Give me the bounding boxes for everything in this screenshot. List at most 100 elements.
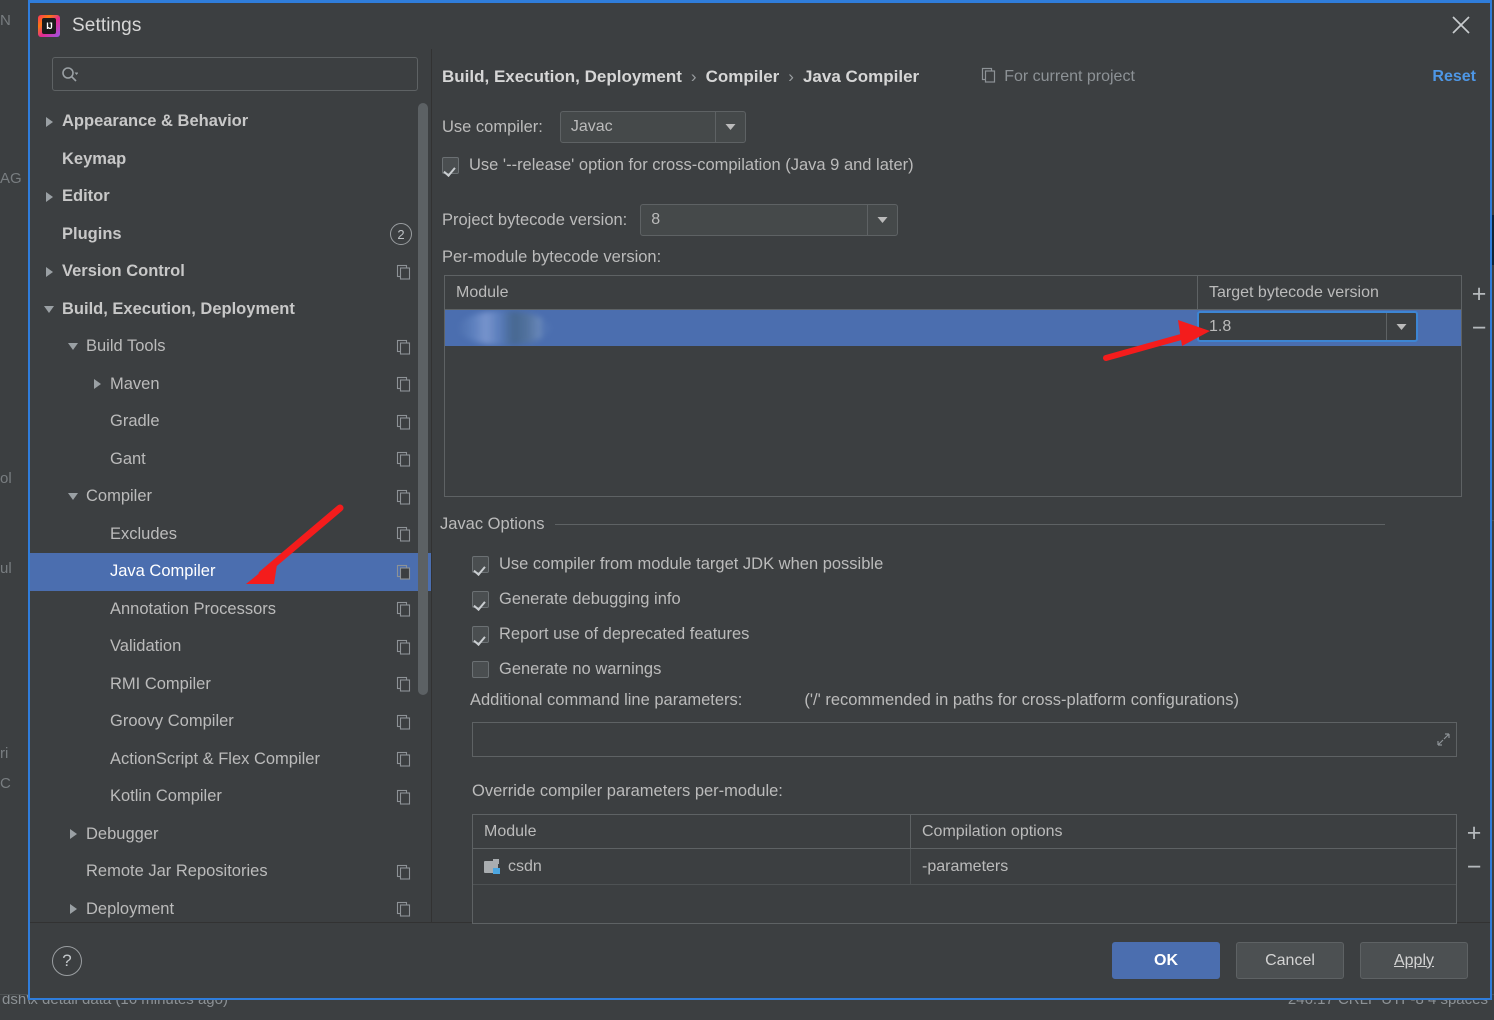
- copy-scope-icon: [396, 489, 412, 505]
- ok-button[interactable]: OK: [1112, 942, 1220, 979]
- javac-option-checkbox[interactable]: [472, 591, 489, 608]
- cell-module-name-redacted[interactable]: [445, 310, 1197, 346]
- dialog-body: Appearance & Behavior Keymap Editor Plugins…: [30, 49, 1492, 924]
- per-module-bytecode-label: Per-module bytecode version:: [442, 248, 662, 266]
- sidebar-item-label: Annotation Processors: [110, 599, 277, 618]
- use-compiler-combo[interactable]: Javac: [559, 111, 746, 143]
- copy-scope-icon: [396, 564, 412, 580]
- sidebar-scrollbar[interactable]: [418, 103, 428, 695]
- per-module-label-row: Per-module bytecode version:: [442, 248, 661, 267]
- javac-option-checkbox[interactable]: [472, 626, 489, 643]
- remove-override-button[interactable]: −: [1461, 850, 1487, 884]
- search-input[interactable]: [83, 64, 409, 84]
- sidebar-item-maven[interactable]: Maven: [30, 366, 432, 404]
- sidebar-item-actionscript-flex-compiler[interactable]: ActionScript & Flex Compiler: [30, 741, 432, 779]
- sidebar-item-remote-jar-repositories[interactable]: Remote Jar Repositories: [30, 853, 432, 891]
- cell-compilation-options[interactable]: -parameters: [910, 849, 1456, 884]
- sidebar-item-label: Compiler: [86, 487, 153, 506]
- cancel-button[interactable]: Cancel: [1236, 942, 1344, 979]
- javac-option-checkbox[interactable]: [472, 661, 489, 678]
- sidebar-item-rmi-compiler[interactable]: RMI Compiler: [30, 666, 432, 704]
- javac-option-label: Report use of deprecated features: [499, 625, 750, 643]
- release-option-label: Use '--release' option for cross-compila…: [469, 156, 914, 174]
- ide-left-edge-sliver: N AG ol ul ri C: [0, 0, 30, 1020]
- sidebar-item-label: Plugins: [62, 224, 122, 243]
- copy-scope-icon: [396, 639, 412, 655]
- chevron-right-icon[interactable]: [42, 265, 56, 279]
- sidebar-item-plugins[interactable]: Plugins 2: [30, 216, 432, 254]
- javac-option-row[interactable]: Generate no warnings: [472, 652, 883, 687]
- help-button[interactable]: ?: [52, 945, 82, 976]
- cell-module[interactable]: csdn: [473, 849, 910, 884]
- sidebar-item-label: Build Tools: [86, 337, 166, 356]
- sidebar-item-debugger[interactable]: Debugger: [30, 816, 432, 854]
- sidebar-item-version-control[interactable]: Version Control: [30, 253, 432, 291]
- remove-module-button[interactable]: −: [1466, 311, 1492, 345]
- release-option-checkbox[interactable]: [442, 157, 459, 174]
- sidebar-item-label: Appearance & Behavior: [62, 112, 249, 131]
- copy-scope-icon: [396, 676, 412, 692]
- sidebar-item-validation[interactable]: Validation: [30, 628, 432, 666]
- sidebar-item-java-compiler[interactable]: Java Compiler: [30, 553, 432, 591]
- override-table-buttons: + −: [1461, 816, 1487, 884]
- apply-button-label: Apply: [1393, 951, 1435, 969]
- additional-params-input[interactable]: [473, 730, 1430, 749]
- chevron-down-icon[interactable]: [66, 490, 80, 504]
- per-module-bytecode-table: Module Target bytecode version: [444, 275, 1462, 497]
- expand-icon[interactable]: [1430, 732, 1456, 747]
- sidebar-item-build-execution-deployment[interactable]: Build, Execution, Deployment: [30, 291, 432, 329]
- chevron-right-icon[interactable]: [90, 377, 104, 391]
- javac-option-row[interactable]: Generate debugging info: [472, 582, 883, 617]
- column-header-target[interactable]: Target bytecode version: [1197, 276, 1461, 309]
- breadcrumb-segment-2: Java Compiler: [802, 67, 920, 86]
- add-module-button[interactable]: +: [1466, 277, 1492, 311]
- sidebar-item-label: ActionScript & Flex Compiler: [110, 749, 320, 768]
- reset-link[interactable]: Reset: [1432, 68, 1476, 86]
- chevron-down-icon[interactable]: [42, 302, 56, 316]
- sidebar-item-build-tools[interactable]: Build Tools: [30, 328, 432, 366]
- chevron-right-icon[interactable]: [66, 827, 80, 841]
- minus-icon: −: [1466, 852, 1482, 881]
- target-bytecode-value: 1.8: [1209, 317, 1232, 335]
- javac-option-row[interactable]: Report use of deprecated features: [472, 617, 883, 652]
- copy-scope-icon: [981, 67, 997, 88]
- sidebar-item-label: Version Control: [62, 262, 185, 281]
- sidebar-item-editor[interactable]: Editor: [30, 178, 432, 216]
- chevron-down-icon[interactable]: [1386, 313, 1416, 340]
- column-header-module[interactable]: Module: [473, 815, 910, 848]
- javac-option-row[interactable]: Use compiler from module target JDK when…: [472, 547, 883, 582]
- sidebar-item-gradle[interactable]: Gradle: [30, 403, 432, 441]
- sidebar-item-keymap[interactable]: Keymap: [30, 141, 432, 179]
- apply-button[interactable]: Apply: [1360, 942, 1468, 979]
- sidebar-item-label: Gradle: [110, 412, 160, 431]
- column-header-module[interactable]: Module: [445, 276, 1197, 309]
- breadcrumb-segment-1[interactable]: Compiler: [706, 67, 780, 87]
- copy-scope-icon: [396, 751, 412, 767]
- sidebar-item-groovy-compiler[interactable]: Groovy Compiler: [30, 703, 432, 741]
- additional-params-field[interactable]: [472, 722, 1457, 757]
- cell-module-label: csdn: [508, 857, 542, 875]
- add-override-button[interactable]: +: [1461, 816, 1487, 850]
- chevron-right-icon[interactable]: [42, 115, 56, 129]
- search-icon: [61, 66, 83, 83]
- breadcrumb-segment-0[interactable]: Build, Execution, Deployment: [442, 67, 682, 87]
- sidebar-item-appearance-behavior[interactable]: Appearance & Behavior: [30, 103, 432, 141]
- sidebar-item-compiler[interactable]: Compiler: [30, 478, 432, 516]
- chevron-down-icon[interactable]: [66, 340, 80, 354]
- search-box[interactable]: [52, 57, 418, 91]
- column-header-compilation-options[interactable]: Compilation options: [910, 815, 1456, 848]
- sidebar-item-annotation-processors[interactable]: Annotation Processors: [30, 591, 432, 629]
- sidebar-item-deployment[interactable]: Deployment: [30, 891, 432, 923]
- chevron-right-icon[interactable]: [42, 190, 56, 204]
- chevron-right-icon[interactable]: [66, 902, 80, 916]
- sidebar-item-kotlin-compiler[interactable]: Kotlin Compiler: [30, 778, 432, 816]
- close-icon[interactable]: [1432, 3, 1490, 47]
- project-bytecode-combo[interactable]: 8: [640, 204, 899, 236]
- release-option-row[interactable]: Use '--release' option for cross-compila…: [442, 156, 914, 175]
- sidebar-item-label: Build, Execution, Deployment: [62, 299, 295, 318]
- table-row[interactable]: csdn -parameters: [473, 849, 1456, 885]
- sidebar-item-gant[interactable]: Gant: [30, 441, 432, 479]
- javac-option-checkbox[interactable]: [472, 556, 489, 573]
- sidebar-item-excludes[interactable]: Excludes: [30, 516, 432, 554]
- target-bytecode-editor-combo[interactable]: 1.8: [1197, 311, 1418, 342]
